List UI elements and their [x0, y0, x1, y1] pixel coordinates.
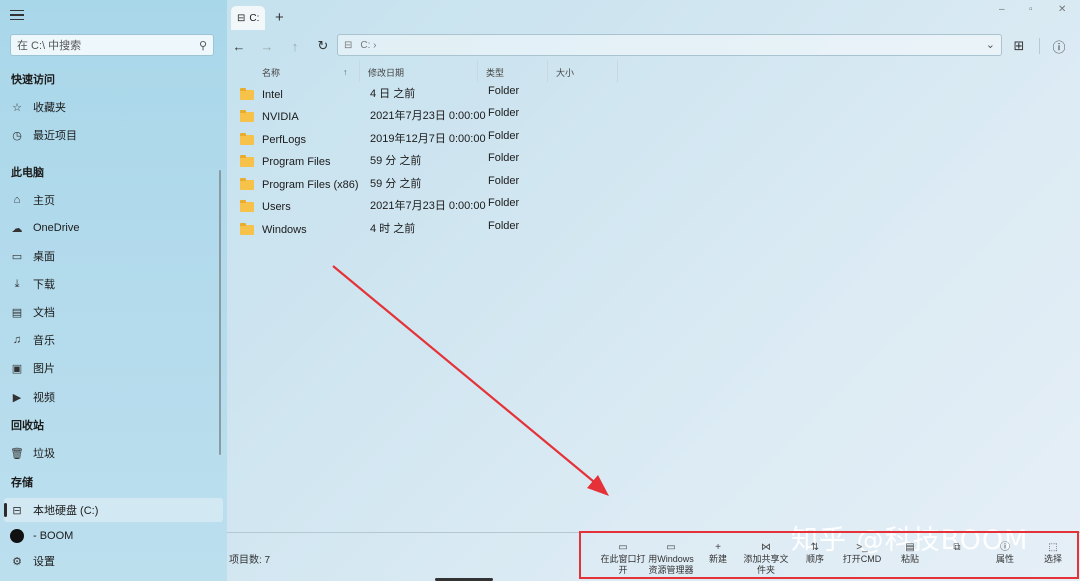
section-label: 回收站	[11, 420, 44, 432]
section-recycle-bin[interactable]: 回收站	[0, 413, 223, 437]
properties-button[interactable]: ⓘ 属性	[990, 542, 1020, 565]
open-here-button[interactable]: ▭ 在此窗口打开	[599, 542, 647, 576]
cloud-icon: ☁	[11, 222, 23, 235]
menu-icon[interactable]	[10, 10, 24, 24]
sidebar-item-downloads[interactable]: ⤓ 下载	[0, 272, 223, 296]
sort-button[interactable]: ⇅ 顺序	[799, 542, 831, 565]
section-label: 存储	[11, 477, 33, 489]
red-arrow-annotation	[332, 265, 609, 496]
active-indicator	[4, 503, 7, 517]
sidebar-item-favorites[interactable]: ☆ 收藏夹	[0, 95, 223, 119]
trash-icon: 🗑	[10, 447, 24, 460]
sidebar-item-label: 视频	[33, 392, 55, 404]
command-label: 粘贴	[900, 554, 919, 564]
sidebar: 在 C:\ 中搜索 ⚲ 快速访问 ☆ 收藏夹 ◷ 最近项目 此电脑 ⌂ 主页 ☁ One…	[0, 0, 227, 581]
monitor-icon: ▭	[11, 250, 23, 263]
home-icon: ⌂	[13, 194, 21, 206]
section-label: 快速访问	[11, 74, 55, 86]
terminal-icon: >_	[856, 542, 868, 553]
sidebar-item-pictures[interactable]: ▣ 图片	[0, 356, 223, 380]
search-icon[interactable]: ⚲	[199, 39, 207, 52]
add-share-button[interactable]: ⋈ 添加共享文 件夹	[742, 542, 790, 576]
window-icon: ▭	[618, 542, 628, 553]
clock-icon: ◷	[12, 129, 22, 142]
section-this-pc[interactable]: 此电脑	[0, 160, 223, 184]
sidebar-item-label: - BOOM	[33, 530, 74, 542]
command-label: 用Windows	[648, 554, 694, 564]
sidebar-item-label: 最近项目	[33, 130, 77, 142]
sidebar-item-home[interactable]: ⌂ 主页	[0, 188, 223, 212]
command-label: 在此窗口打	[600, 554, 646, 564]
sidebar-item-label: 图片	[33, 363, 55, 375]
paste-button[interactable]: ▤ 粘贴	[895, 542, 925, 565]
command-label: 打开CMD	[842, 554, 882, 564]
sidebar-item-label: 音乐	[33, 335, 55, 347]
download-icon: ⤓	[14, 277, 20, 290]
sidebar-scrollbar[interactable]	[219, 170, 221, 455]
avatar	[10, 529, 24, 543]
cursor-icon: ⬚	[1048, 542, 1058, 553]
sidebar-item-boom[interactable]: - BOOM	[0, 524, 223, 548]
plus-icon: +	[715, 542, 721, 553]
sidebar-item-label: 文档	[33, 307, 55, 319]
info-icon: ⓘ	[1000, 542, 1010, 553]
open-in-explorer-button[interactable]: ▭ 用Windows 资源管理器	[647, 542, 695, 576]
window-icon: ▭	[666, 542, 676, 553]
sidebar-item-label: 下载	[33, 279, 55, 291]
command-label: 属性	[995, 554, 1014, 564]
sidebar-item-label: 设置	[33, 556, 55, 568]
select-button[interactable]: ⬚ 选择	[1038, 542, 1068, 565]
sidebar-item-recent[interactable]: ◷ 最近项目	[0, 123, 223, 147]
open-cmd-button[interactable]: >_ 打开CMD	[839, 542, 885, 565]
command-label: 顺序	[805, 554, 824, 564]
search-placeholder: 在 C:\ 中搜索	[17, 40, 82, 52]
item-count: 项目数: 7	[229, 555, 271, 566]
arrow-shaft	[332, 265, 600, 487]
sidebar-item-documents[interactable]: ▤ 文档	[0, 300, 223, 324]
new-button[interactable]: + 新建	[703, 542, 733, 565]
command-label: 资源管理器	[648, 565, 694, 575]
sidebar-item-label: 本地硬盘 (C:)	[33, 505, 99, 517]
video-icon: ▶	[12, 391, 22, 404]
command-label: 开	[618, 565, 628, 575]
command-label: 选择	[1043, 554, 1062, 564]
sidebar-item-settings[interactable]: ⚙ 设置	[0, 549, 223, 573]
gear-icon: ⚙	[12, 555, 22, 568]
sidebar-item-local-disk[interactable]: ⊟ 本地硬盘 (C:)	[4, 498, 223, 522]
sidebar-item-label: 收藏夹	[33, 102, 66, 114]
more-button[interactable]: ⧉	[945, 542, 969, 554]
search-input[interactable]: 在 C:\ 中搜索 ⚲	[10, 34, 214, 56]
star-icon: ☆	[12, 101, 22, 114]
command-label: 件夹	[756, 565, 775, 575]
section-quick-access[interactable]: 快速访问	[0, 67, 223, 91]
music-icon: ♫	[12, 334, 22, 346]
section-label: 此电脑	[11, 167, 44, 179]
sidebar-item-videos[interactable]: ▶ 视频	[0, 385, 223, 409]
command-label: 新建	[708, 554, 727, 564]
share-icon: ⋈	[761, 542, 771, 553]
sidebar-item-label: 主页	[33, 195, 55, 207]
sidebar-item-trash[interactable]: 🗑 垃圾	[0, 441, 223, 465]
document-icon: ▤	[11, 306, 23, 319]
sidebar-item-onedrive[interactable]: ☁ OneDrive	[0, 216, 223, 240]
drive-icon: ⊟	[12, 504, 22, 517]
clipboard-icon: ▤	[905, 542, 915, 553]
sidebar-item-label: 垃圾	[33, 448, 55, 460]
open-with-icon: ⧉	[953, 542, 961, 553]
sidebar-item-desktop[interactable]: ▭ 桌面	[0, 244, 223, 268]
picture-icon: ▣	[11, 362, 23, 375]
sort-icon: ⇅	[810, 542, 820, 553]
command-label: 添加共享文	[743, 554, 789, 564]
sidebar-item-label: OneDrive	[33, 222, 80, 234]
main-pane: ⊟ C: + – ▫ ✕ ← → ↑ ↻ ⊟ C: › ⌄ ⊞ ⓘ 名称 ↑ 修…	[227, 0, 1080, 581]
sidebar-item-label: 桌面	[33, 251, 55, 263]
sidebar-item-music[interactable]: ♫ 音乐	[0, 328, 223, 352]
section-storage[interactable]: 存储	[0, 470, 223, 494]
